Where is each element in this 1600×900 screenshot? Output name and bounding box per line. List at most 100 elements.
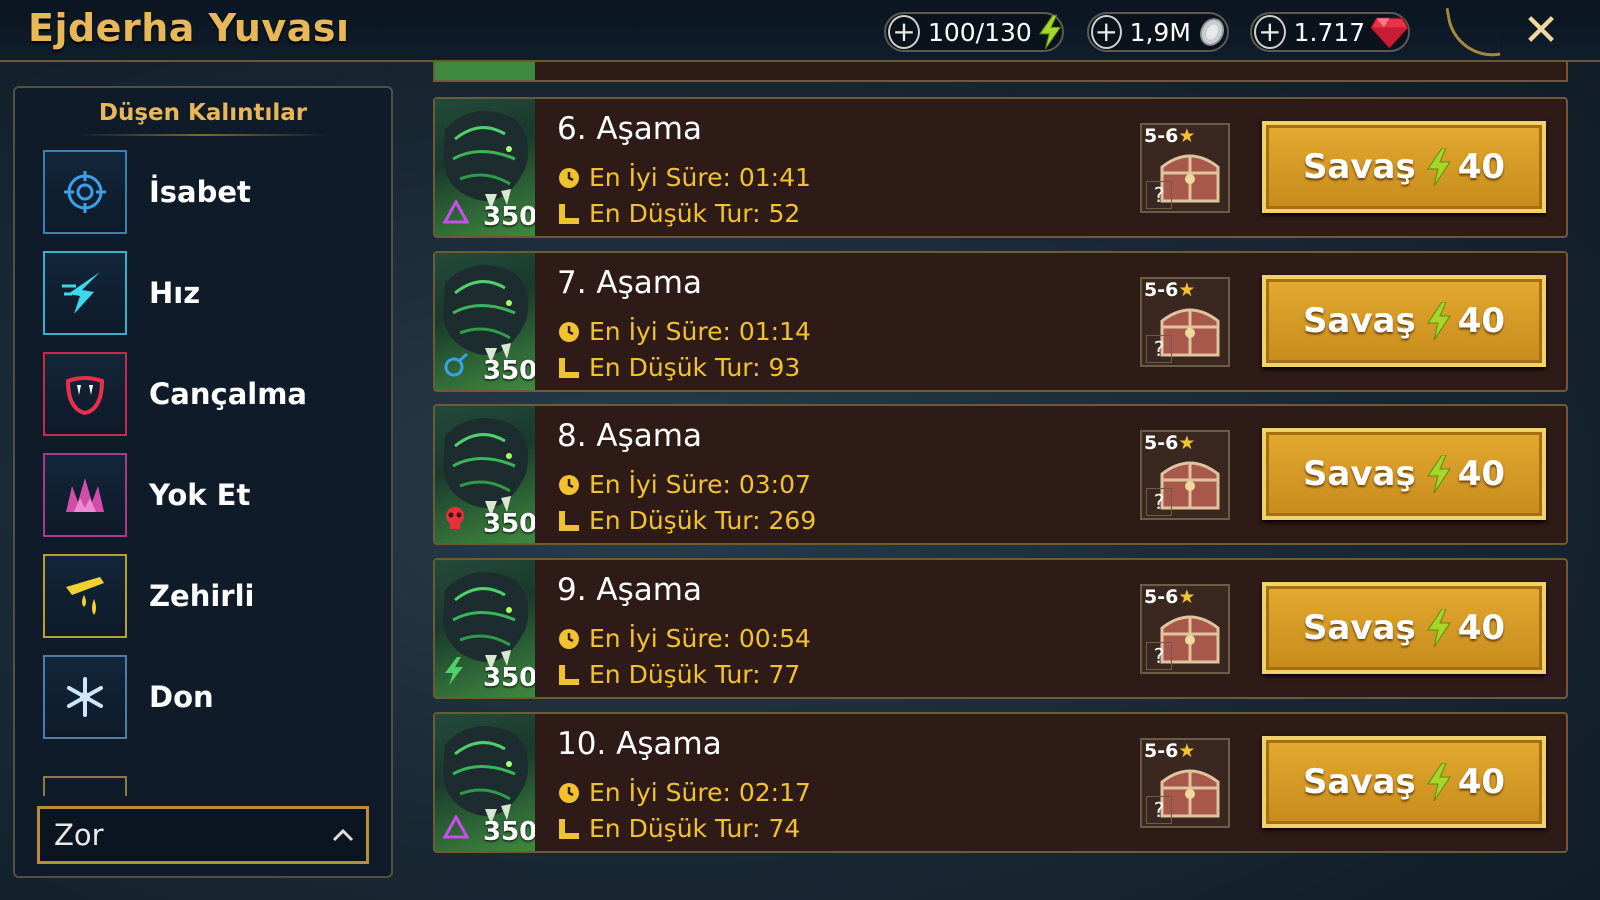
relic-label: Yok Et: [149, 478, 251, 512]
close-button[interactable]: ✕: [1516, 6, 1566, 56]
silver-value: 1,9M: [1129, 17, 1191, 47]
min-turn-text: En Düşük Tur: 93: [589, 353, 801, 382]
relic-item-poison[interactable]: Zehirli: [43, 554, 373, 638]
dropped-relics-panel: Düşen Kalıntılar İsabet Hız Cançalma Yok…: [13, 86, 393, 878]
stage-name: 6. Aşama: [557, 111, 702, 147]
relic-item-speed[interactable]: Hız: [43, 251, 373, 335]
spirit-affinity-icon: [443, 352, 469, 382]
battle-button[interactable]: Savaş 40: [1262, 582, 1546, 674]
relic-label: Cançalma: [149, 377, 307, 411]
energy-value: 100/130: [927, 17, 1032, 47]
page-title: Ejderha Yuvası: [28, 6, 350, 50]
boss-hp: 350: [483, 202, 535, 232]
relic-item-partial: [43, 776, 127, 796]
best-time: En İyi Süre: 01:14: [557, 317, 811, 346]
stage-name: 9. Aşama: [557, 572, 702, 608]
dragon-portrait: 350: [435, 253, 535, 390]
best-time: En İyi Süre: 03:07: [557, 470, 811, 499]
best-time: En İyi Süre: 00:54: [557, 624, 811, 653]
stage-row-10: 350 10. Aşama En İyi Süre: 02:17 En Düşü…: [433, 712, 1568, 853]
turn-icon: [559, 664, 579, 685]
dragon-portrait: 350: [435, 99, 535, 236]
boss-hp: 350: [483, 663, 535, 693]
magic-affinity-icon: [442, 813, 470, 843]
dragon-portrait: 350: [435, 406, 535, 543]
reward-chest[interactable]: 5-6★ ?: [1140, 277, 1230, 367]
chevron-up-icon: [332, 819, 354, 849]
battle-button[interactable]: Savaş 40: [1262, 275, 1546, 367]
difficulty-dropdown[interactable]: Zor: [37, 806, 369, 864]
void-affinity-icon: [443, 657, 465, 689]
battle-button[interactable]: Savaş 40: [1262, 428, 1546, 520]
relic-item-accuracy[interactable]: İsabet: [43, 150, 373, 234]
best-time-text: En İyi Süre: 02:17: [589, 778, 811, 807]
energy-icon: [1426, 609, 1451, 647]
relic-item-destroy[interactable]: Yok Et: [43, 453, 373, 537]
battle-label: Savaş: [1302, 301, 1416, 341]
top-bar: Ejderha Yuvası + 100/130 + 1,9M + 1.717 …: [0, 0, 1600, 64]
corner-ornament: [1445, 0, 1501, 64]
add-energy-button[interactable]: +: [888, 15, 920, 49]
min-turn: En Düşük Tur: 74: [557, 814, 800, 843]
best-time-text: En İyi Süre: 00:54: [589, 624, 811, 653]
clock-icon: [559, 782, 579, 803]
min-turn-text: En Düşük Tur: 52: [589, 199, 801, 228]
battle-button[interactable]: Savaş 40: [1262, 736, 1546, 828]
stage-name: 8. Aşama: [557, 418, 702, 454]
unknown-reward-icon: ?: [1146, 488, 1172, 516]
stage-name: 10. Aşama: [557, 726, 722, 762]
relic-label: Zehirli: [149, 579, 255, 613]
unknown-reward-icon: ?: [1146, 335, 1172, 363]
clock-icon: [559, 167, 579, 188]
battle-button[interactable]: Savaş 40: [1262, 121, 1546, 213]
min-turn-text: En Düşük Tur: 269: [589, 506, 817, 535]
best-time: En İyi Süre: 02:17: [557, 778, 811, 807]
gem-resource: + 1.717: [1250, 12, 1410, 52]
difficulty-value: Zor: [54, 818, 104, 852]
reward-chest[interactable]: 5-6★ ?: [1140, 738, 1230, 828]
panel-title: Düşen Kalıntılar: [98, 100, 308, 126]
relic-label: Hız: [149, 276, 201, 310]
stage-row-9: 350 9. Aşama En İyi Süre: 00:54 En Düşük…: [433, 558, 1568, 699]
clock-icon: [559, 321, 579, 342]
battle-cost: 40: [1457, 454, 1506, 494]
energy-icon: [1426, 763, 1451, 801]
add-gem-button[interactable]: +: [1254, 15, 1286, 49]
stage-row-7: 350 7. Aşama En İyi Süre: 01:14 En Düşük…: [433, 251, 1568, 392]
silver-resource: + 1,9M: [1087, 12, 1229, 52]
turn-icon: [559, 203, 579, 224]
speed-icon: [43, 251, 127, 335]
battle-cost: 40: [1457, 608, 1506, 648]
relic-label: Don: [149, 680, 214, 714]
gem-icon: [1371, 17, 1408, 49]
best-time-text: En İyi Süre: 01:41: [589, 163, 811, 192]
title-divider: [75, 134, 331, 136]
relic-item-frost[interactable]: Don: [43, 655, 373, 739]
reward-chest[interactable]: 5-6★ ?: [1140, 584, 1230, 674]
lifesteal-icon: [43, 352, 127, 436]
relic-label: İsabet: [149, 175, 251, 209]
min-turn: En Düşük Tur: 93: [557, 353, 800, 382]
unknown-reward-icon: ?: [1146, 796, 1172, 824]
stage-row-8: 350 8. Aşama En İyi Süre: 03:07 En Düşük…: [433, 404, 1568, 545]
add-silver-button[interactable]: +: [1091, 15, 1122, 49]
unknown-reward-icon: ?: [1146, 642, 1172, 670]
turn-icon: [559, 818, 579, 839]
battle-label: Savaş: [1302, 454, 1416, 494]
dragon-portrait: 350: [435, 714, 535, 851]
reward-chest[interactable]: 5-6★ ?: [1140, 123, 1230, 213]
battle-label: Savaş: [1302, 147, 1416, 187]
poison-icon: [43, 554, 127, 638]
relic-item-lifesteal[interactable]: Cançalma: [43, 352, 373, 436]
unknown-reward-icon: ?: [1146, 181, 1172, 209]
energy-icon: [1426, 455, 1451, 493]
min-turn: En Düşük Tur: 269: [557, 506, 816, 535]
reward-chest[interactable]: 5-6★ ?: [1140, 430, 1230, 520]
stage-name: 7. Aşama: [557, 265, 702, 301]
battle-cost: 40: [1457, 301, 1506, 341]
min-turn-text: En Düşük Tur: 74: [589, 814, 801, 843]
silver-icon: [1199, 18, 1224, 46]
force-affinity-icon: [443, 505, 467, 535]
min-turn-text: En Düşük Tur: 77: [589, 660, 801, 689]
energy-icon: [1038, 14, 1062, 50]
